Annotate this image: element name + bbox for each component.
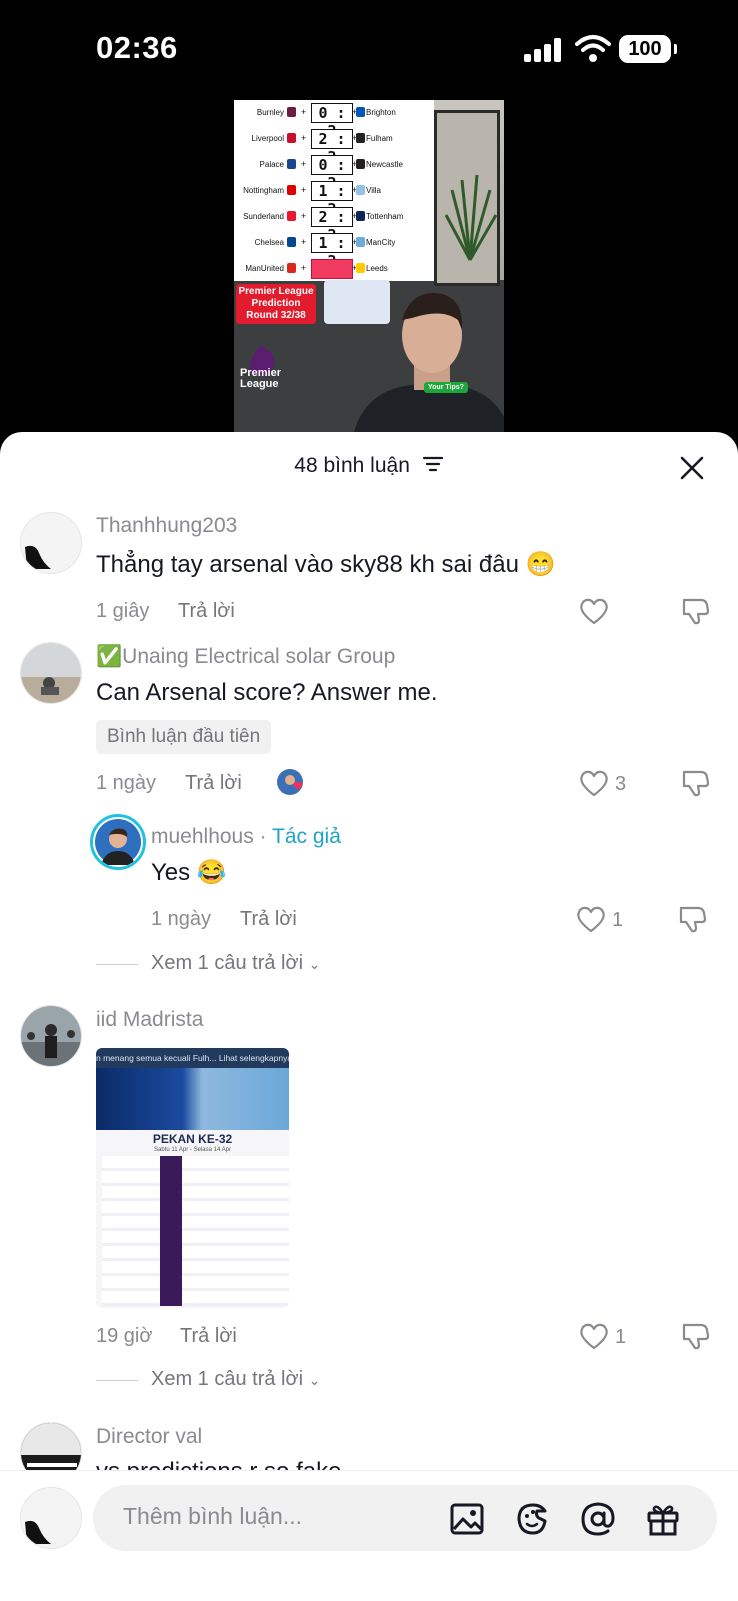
comment-text: Yes 😂 bbox=[151, 859, 227, 886]
avatar-image bbox=[21, 513, 81, 573]
reply-button[interactable]: Trả lời bbox=[185, 772, 242, 795]
match-row: Sunderland + 2 : 2 + Tottenham bbox=[243, 207, 404, 244]
video-preview[interactable]: Burnley + 0 : 2 + Brighton Liverpool + 2… bbox=[234, 100, 504, 438]
heart-icon[interactable] bbox=[578, 768, 610, 798]
first-comment-badge: Bình luận đầu tiên bbox=[96, 720, 272, 754]
filter-icon[interactable] bbox=[422, 455, 444, 473]
image-subtitle: Sabtu 11 Apr - Selasa 14 Apr bbox=[154, 1147, 231, 1153]
comment-username[interactable]: Thanhhung203 bbox=[96, 514, 237, 538]
reply-username-row: muehlhous · Tác giả bbox=[151, 825, 341, 848]
heart-icon[interactable] bbox=[578, 596, 610, 626]
comment-text: vs predictions r so fake bbox=[96, 1458, 341, 1470]
dislike-icon[interactable] bbox=[681, 596, 711, 626]
status-time: 02:36 bbox=[96, 30, 178, 65]
heart-icon[interactable] bbox=[575, 904, 607, 934]
social-graphic bbox=[324, 280, 390, 324]
heart-icon[interactable] bbox=[578, 1321, 610, 1351]
emoji-icon[interactable] bbox=[515, 1501, 551, 1537]
comment-count[interactable]: 48 bình luận bbox=[0, 454, 738, 478]
match-row: Nottingham + 1 : 2 + Villa bbox=[243, 181, 381, 218]
reply-button[interactable]: Trả lời bbox=[180, 1325, 237, 1348]
avatar-image bbox=[95, 819, 141, 865]
author-tag: Tác giả bbox=[272, 825, 341, 848]
comment-text: Can Arsenal score? Answer me. bbox=[96, 679, 438, 706]
image-players bbox=[96, 1068, 289, 1130]
battery-indicator: 100 bbox=[619, 35, 677, 63]
view-replies-button[interactable]: Xem 1 câu trả lời ⌄ bbox=[151, 952, 320, 975]
creator-liked-icon bbox=[277, 769, 303, 795]
plant-image bbox=[444, 174, 498, 261]
match-row: Liverpool + 2 : 2 + Fulham bbox=[251, 129, 393, 166]
avatar[interactable] bbox=[90, 814, 146, 870]
avatar[interactable] bbox=[20, 1005, 82, 1067]
avatar-image bbox=[21, 1006, 81, 1066]
view-replies-button[interactable]: Xem 1 câu trả lời ⌄ bbox=[151, 1368, 320, 1391]
chevron-down-icon: ⌄ bbox=[308, 956, 321, 972]
comment-username[interactable]: ✅Unaing Electrical solar Group bbox=[96, 645, 395, 669]
match-row: ManUnited + + Leeds bbox=[234, 256, 434, 282]
signal-icon bbox=[524, 38, 564, 62]
tips-badge: Your Tips? bbox=[424, 382, 468, 393]
sheet-header: 48 bình luận bbox=[0, 432, 738, 492]
comment-text-clip: vs predictions r so fake bbox=[0, 1458, 738, 1470]
avatar[interactable] bbox=[20, 512, 82, 574]
comment-image[interactable]: n menang semua kecuali Fulh... Lihat sel… bbox=[96, 1048, 289, 1308]
comment-username[interactable]: Director val bbox=[96, 1425, 202, 1449]
image-title: PEKAN KE-32 bbox=[152, 1132, 233, 1146]
comment-username[interactable]: muehlhous bbox=[151, 825, 254, 848]
chevron-down-icon: ⌄ bbox=[308, 1372, 321, 1388]
avatar-image bbox=[21, 1488, 81, 1548]
prediction-badge: Premier League Prediction Round 32/38 bbox=[236, 284, 316, 324]
divider bbox=[96, 1380, 138, 1381]
match-row: Palace + 0 : 2 + Newcastle bbox=[259, 155, 403, 192]
wifi-icon bbox=[575, 35, 611, 62]
dislike-icon[interactable] bbox=[681, 1321, 711, 1351]
mention-icon[interactable] bbox=[580, 1501, 616, 1537]
reply-button[interactable]: Trả lời bbox=[240, 908, 297, 931]
comment-input-bar bbox=[0, 1470, 738, 1601]
image-fixtures bbox=[102, 1156, 289, 1306]
status-bar: 02:36 100 bbox=[0, 0, 738, 100]
gift-icon[interactable] bbox=[645, 1501, 681, 1537]
like-count: 1 bbox=[612, 909, 624, 931]
close-icon[interactable] bbox=[676, 452, 708, 484]
avatar-image bbox=[21, 643, 81, 703]
comment-text: Thẳng tay arsenal vào sky88 kh sai đâu 😁 bbox=[96, 551, 556, 578]
comment-time: 1 ngày bbox=[151, 908, 212, 930]
image-caption: n menang semua kecuali Fulh... Lihat sel… bbox=[96, 1048, 289, 1068]
comment-time: 1 giây bbox=[96, 600, 150, 622]
comment-input-box[interactable] bbox=[93, 1485, 717, 1551]
comment-input[interactable] bbox=[121, 1502, 425, 1531]
dislike-icon[interactable] bbox=[678, 904, 708, 934]
image-icon[interactable] bbox=[449, 1501, 485, 1537]
premier-league-text: Premier League bbox=[240, 367, 281, 390]
match-row: Chelsea + 1 : 2 + ManCity bbox=[254, 233, 396, 270]
avatar[interactable] bbox=[20, 642, 82, 704]
reply-button[interactable]: Trả lời bbox=[178, 600, 235, 623]
comment-time: 19 giờ bbox=[96, 1325, 153, 1347]
like-count: 1 bbox=[615, 1326, 627, 1348]
divider bbox=[96, 964, 138, 965]
my-avatar bbox=[20, 1487, 82, 1549]
comment-time: 1 ngày bbox=[96, 772, 157, 794]
match-row: Burnley + 0 : 2 + Brighton bbox=[256, 103, 396, 140]
like-count: 3 bbox=[615, 773, 627, 795]
prediction-table: Burnley + 0 : 2 + Brighton Liverpool + 2… bbox=[234, 100, 434, 281]
comment-username[interactable]: iid Madrista bbox=[96, 1008, 203, 1032]
dislike-icon[interactable] bbox=[681, 768, 711, 798]
